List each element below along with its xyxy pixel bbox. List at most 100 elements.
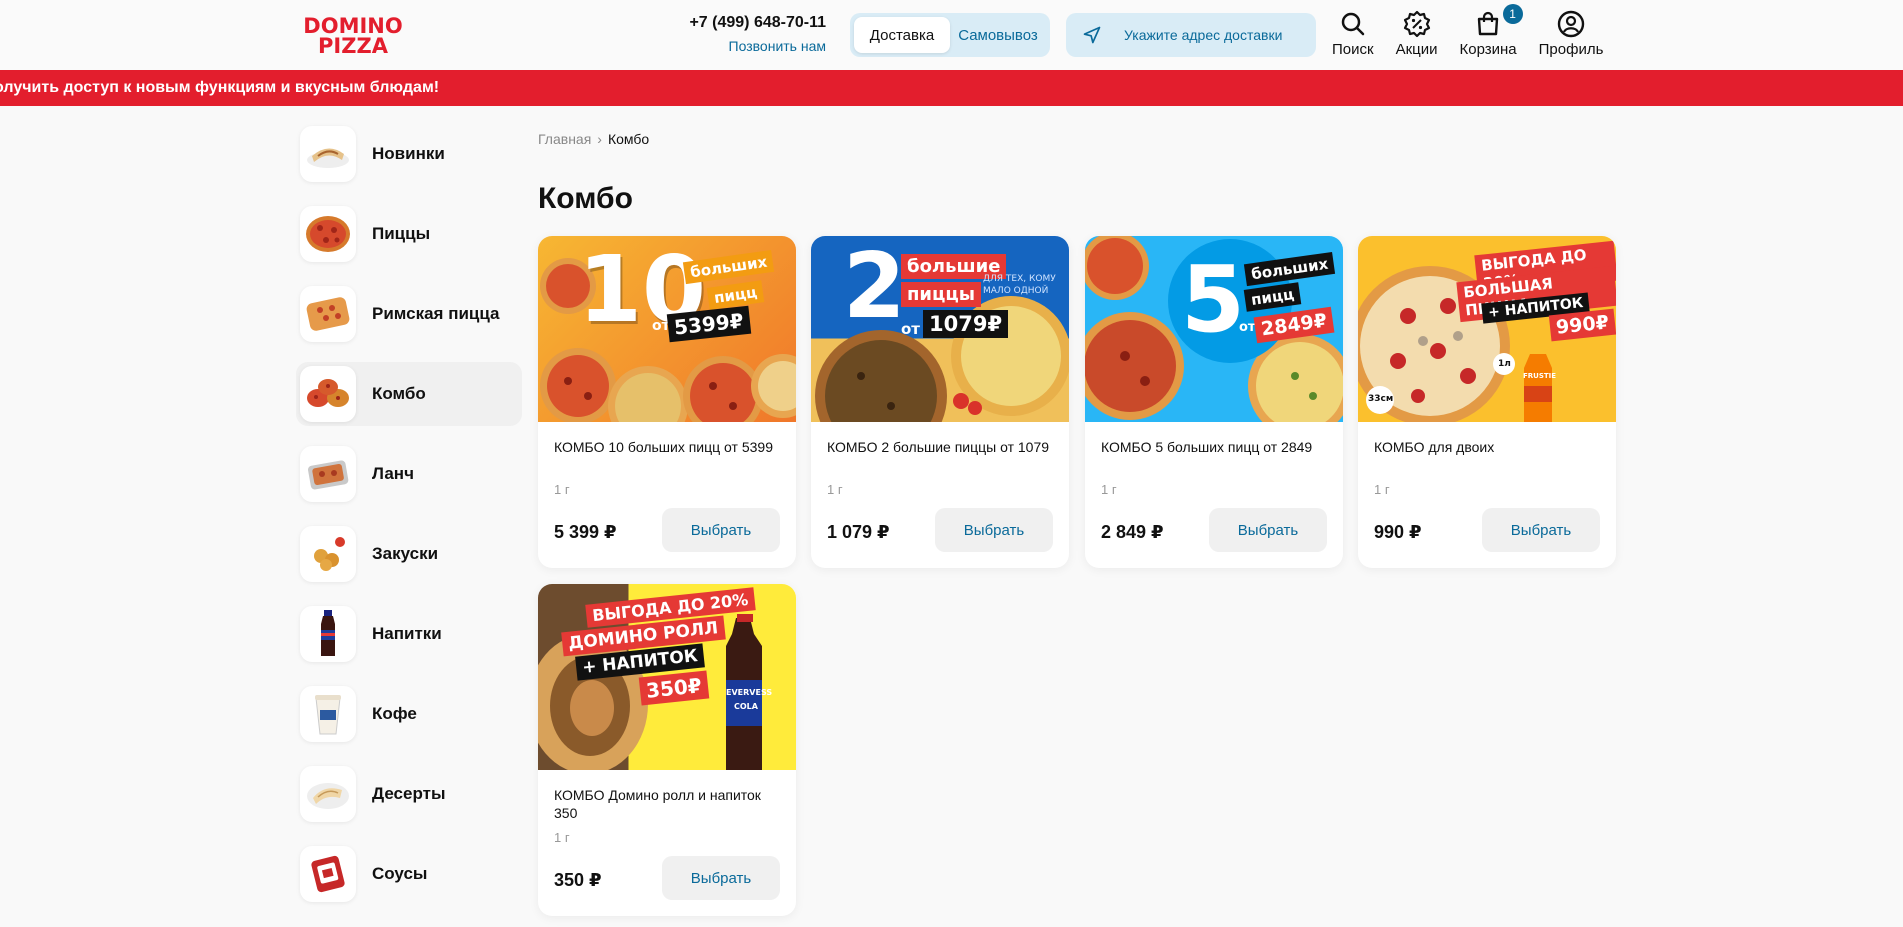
sidebar-item-label: Кофе xyxy=(372,704,417,723)
banner-text: олучить доступ к новым функциям и вкусны… xyxy=(0,79,440,96)
pizza-size-label: 33см xyxy=(1368,394,1394,404)
tab-delivery[interactable]: Доставка xyxy=(854,17,950,53)
desserts-thumb xyxy=(300,766,356,822)
product-name[interactable]: КОМБО для двоих xyxy=(1374,438,1600,456)
drink-volume-label: 1л xyxy=(1498,359,1511,369)
cart-count-badge: 1 xyxy=(1502,4,1523,24)
product-price: 5 399 ₽ xyxy=(554,522,617,542)
breadcrumb-home[interactable]: Главная xyxy=(538,131,591,147)
call-us-link[interactable]: Позвонить нам xyxy=(660,38,826,54)
product-card[interactable]: ВЫГОДА ДО 20% БОЛЬШАЯ ПИЦЦА + НАПИТОК 99… xyxy=(1358,236,1616,568)
sidebar-item-label: Напитки xyxy=(372,624,442,643)
select-button[interactable]: Выбрать xyxy=(662,856,780,900)
profile-icon xyxy=(1557,10,1585,38)
chevron-right-icon: › xyxy=(597,131,602,147)
coffee-thumb xyxy=(300,686,356,742)
sidebar-item-combo[interactable]: Комбо xyxy=(296,362,522,426)
nav-search-label: Поиск xyxy=(1332,41,1374,58)
product-image-combo-10[interactable]: 10 больших пицц от 5399₽ xyxy=(538,236,796,422)
product-image-combo-roll[interactable]: ВЫГОДА ДО 20% ДОМИНО РОЛЛ + НАПИТОК 350₽… xyxy=(538,584,796,770)
sidebar-item-drinks[interactable]: Напитки xyxy=(296,602,522,666)
location-arrow-icon xyxy=(1083,26,1101,44)
sidebar-item-label: Римская пицца xyxy=(372,304,500,323)
category-sidebar: Новинки Пиццы Римская пицца Комбо Ланч З… xyxy=(296,122,522,922)
address-button[interactable]: Укажите адрес доставки xyxy=(1066,13,1316,57)
product-price: 990 ₽ xyxy=(1374,522,1422,542)
tab-pickup[interactable]: Самовывоз xyxy=(950,17,1046,53)
sidebar-item-new[interactable]: Новинки xyxy=(296,122,522,186)
select-button[interactable]: Выбрать xyxy=(1482,508,1600,552)
product-image-combo-2[interactable]: 2 большие пиццы ДЛЯ ТЕХ, КОМУ МАЛО ОДНОЙ… xyxy=(811,236,1069,422)
product-price: 350 ₽ xyxy=(554,870,602,890)
site-header: DOMINO PIZZA +7 (499) 648-70-11 Позвонит… xyxy=(0,0,1903,70)
sidebar-item-coffee[interactable]: Кофе xyxy=(296,682,522,746)
sidebar-item-label: Закуски xyxy=(372,544,439,563)
select-button[interactable]: Выбрать xyxy=(935,508,1053,552)
nav-profile-label: Профиль xyxy=(1538,41,1604,58)
product-name[interactable]: КОМБО Домино ролл и напиток 350 xyxy=(554,786,780,822)
nav-cart[interactable]: 1 Корзина xyxy=(1459,4,1523,62)
delivery-mode-switch: Доставка Самовывоз xyxy=(850,13,1050,57)
page-title: Комбо xyxy=(538,182,633,215)
product-card[interactable]: 5 больших пицц от 2849₽ КОМБО 5 больших … xyxy=(1085,236,1343,568)
pizza-thumb xyxy=(300,206,356,262)
snacks-thumb xyxy=(300,526,356,582)
combo-thumb xyxy=(300,366,356,422)
search-icon xyxy=(1341,12,1365,36)
sidebar-item-sauces[interactable]: Соусы xyxy=(296,842,522,906)
domino-pizza-logo[interactable]: DOMINO PIZZA xyxy=(286,14,420,54)
nav-cart-label: Корзина xyxy=(1459,41,1517,58)
promo-icon xyxy=(1403,10,1430,38)
cart-icon xyxy=(1477,11,1499,36)
breadcrumb-current: Комбо xyxy=(607,131,650,147)
product-weight: 1 г xyxy=(554,482,570,497)
sidebar-item-label: Ланч xyxy=(372,464,414,483)
promo-price: 1079₽ xyxy=(923,310,1009,338)
select-button[interactable]: Выбрать xyxy=(662,508,780,552)
nav-promo-label: Акции xyxy=(1395,41,1438,58)
product-image-combo-two[interactable]: ВЫГОДА ДО 20% БОЛЬШАЯ ПИЦЦА + НАПИТОК 99… xyxy=(1358,236,1616,422)
product-weight: 1 г xyxy=(1101,482,1117,497)
nav-profile[interactable]: Профиль xyxy=(1538,10,1604,62)
address-placeholder: Укажите адрес доставки xyxy=(1124,27,1283,43)
drink-brand-label: FRUSTIE xyxy=(1523,372,1557,380)
drinks-thumb xyxy=(300,606,356,662)
product-card[interactable]: 10 больших пицц от 5399₽ КОМБО 10 больши… xyxy=(538,236,796,568)
sidebar-item-desserts[interactable]: Десерты xyxy=(296,762,522,826)
product-weight: 1 г xyxy=(554,830,570,845)
breadcrumb: Главная › Комбо xyxy=(538,131,649,147)
nav-promo[interactable]: Акции xyxy=(1396,10,1438,62)
sidebar-item-lunch[interactable]: Ланч xyxy=(296,442,522,506)
sidebar-item-roman-pizza[interactable]: Римская пицца xyxy=(296,282,522,346)
drink-flavor-label: COLA xyxy=(734,702,758,711)
product-card[interactable]: 2 большие пиццы ДЛЯ ТЕХ, КОМУ МАЛО ОДНОЙ… xyxy=(811,236,1069,568)
header-nav: Поиск Акции 1 Корзина Профиль xyxy=(1332,4,1625,62)
product-price: 2 849 ₽ xyxy=(1101,522,1164,542)
promo-prefix: от xyxy=(901,320,920,338)
product-name[interactable]: КОМБО 5 больших пицц от 2849 xyxy=(1101,438,1327,456)
product-image-combo-5[interactable]: 5 больших пицц от 2849₽ xyxy=(1085,236,1343,422)
sidebar-item-pizzas[interactable]: Пиццы xyxy=(296,202,522,266)
product-name[interactable]: КОМБО 2 большие пиццы от 1079 xyxy=(827,438,1053,456)
nav-search[interactable]: Поиск xyxy=(1332,10,1374,62)
select-button[interactable]: Выбрать xyxy=(1209,508,1327,552)
new-items-thumb xyxy=(300,126,356,182)
sidebar-item-label: Десерты xyxy=(372,784,446,803)
sidebar-item-label: Пиццы xyxy=(372,224,431,243)
sidebar-item-label: Комбо xyxy=(372,384,426,403)
lunch-thumb xyxy=(300,446,356,502)
phone-block: +7 (499) 648-70-11 Позвонить нам xyxy=(660,14,826,54)
sidebar-item-label: Новинки xyxy=(372,144,445,163)
product-card[interactable]: ВЫГОДА ДО 20% ДОМИНО РОЛЛ + НАПИТОК 350₽… xyxy=(538,584,796,916)
sauces-thumb xyxy=(300,846,356,902)
promo-line2: пиццы xyxy=(901,282,982,307)
logo-text-bottom: PIZZA xyxy=(318,34,389,54)
app-promo-banner[interactable]: олучить доступ к новым функциям и вкусны… xyxy=(0,70,1903,106)
product-name[interactable]: КОМБО 10 больших пицц от 5399 xyxy=(554,438,780,456)
product-weight: 1 г xyxy=(1374,482,1390,497)
sidebar-item-label: Соусы xyxy=(372,864,428,883)
roman-pizza-thumb xyxy=(300,286,356,342)
phone-number[interactable]: +7 (499) 648-70-11 xyxy=(660,14,826,32)
promo-note2: МАЛО ОДНОЙ xyxy=(983,286,1049,296)
sidebar-item-snacks[interactable]: Закуски xyxy=(296,522,522,586)
